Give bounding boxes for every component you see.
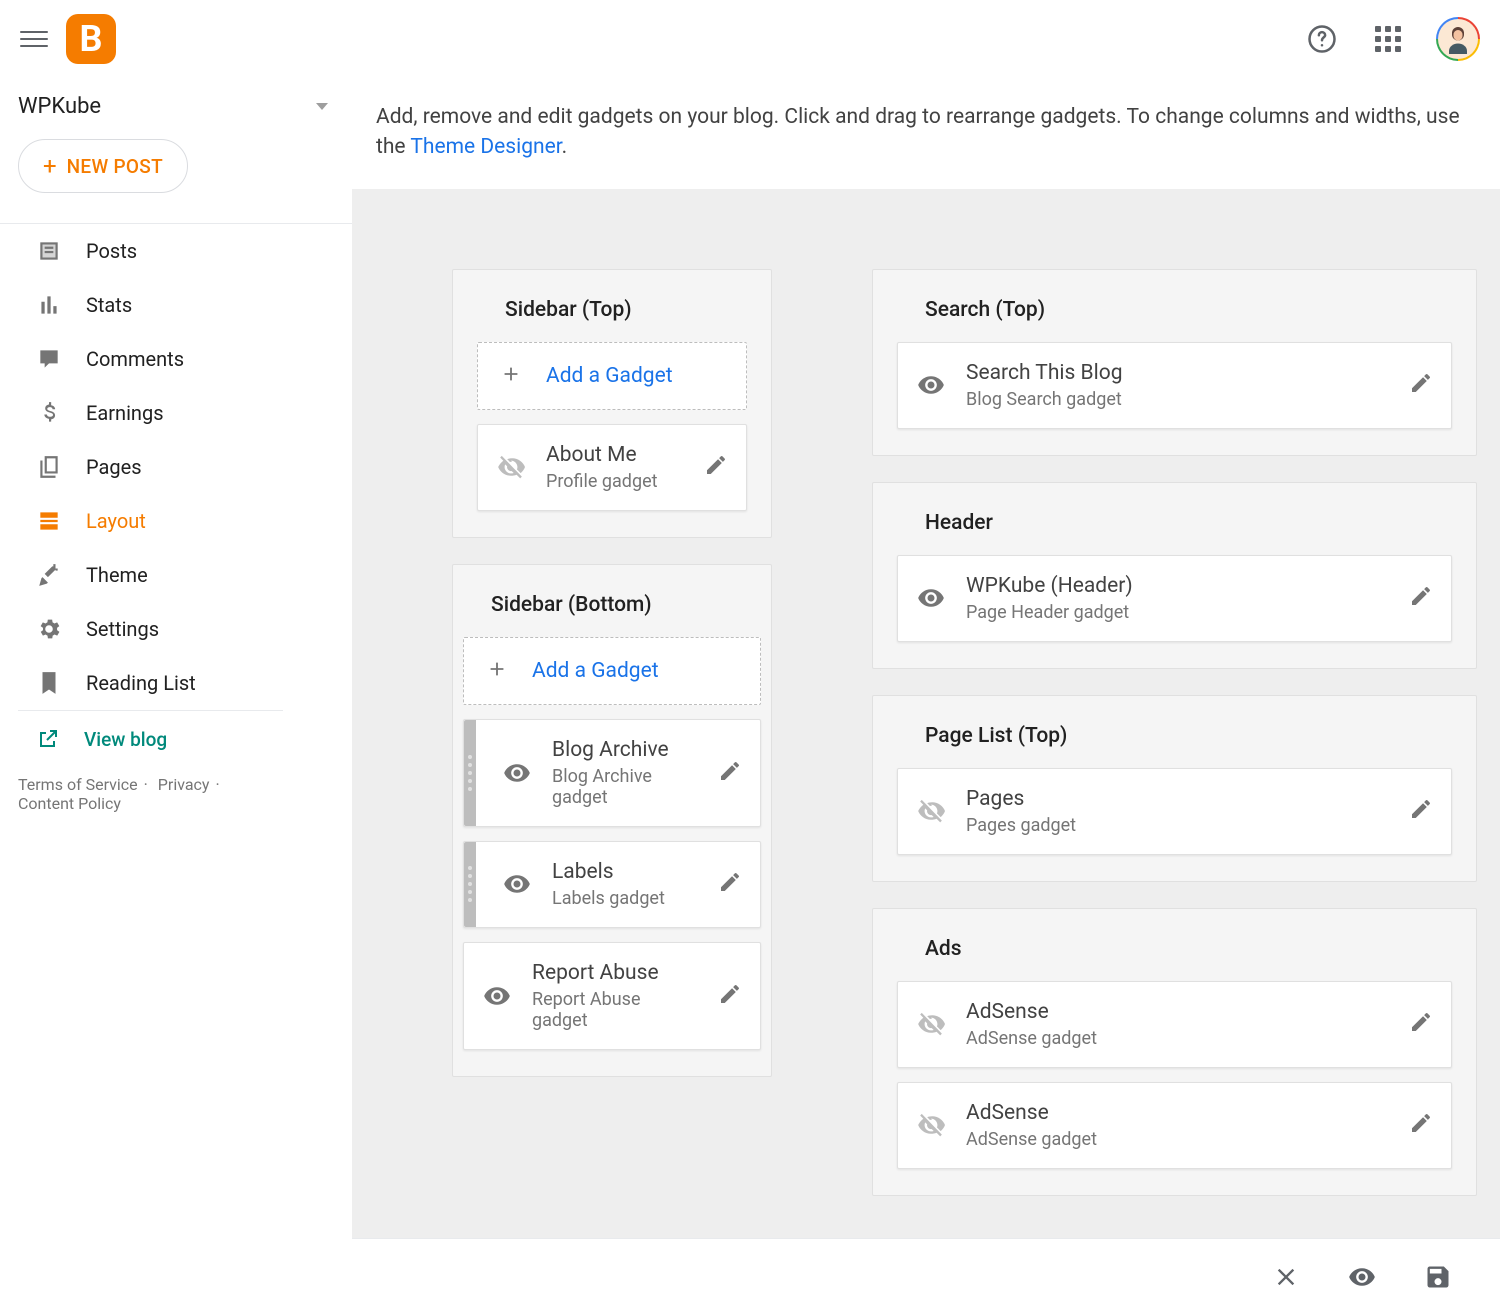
help-icon[interactable] — [1304, 21, 1340, 57]
gadget-card[interactable]: WPKube (Header) Page Header gadget — [897, 555, 1452, 642]
discard-button[interactable] — [1272, 1263, 1300, 1291]
content-policy-link[interactable]: Content Policy — [18, 794, 121, 813]
section-page-list: Page List (Top) Pages Pages gadget — [872, 695, 1477, 882]
edit-gadget-button[interactable] — [1409, 797, 1433, 825]
gadget-title: About Me — [546, 443, 684, 467]
gadget-subtitle: Blog Archive gadget — [552, 766, 698, 808]
gadget-subtitle: Profile gadget — [546, 471, 684, 492]
gadget-subtitle: AdSense gadget — [966, 1028, 1389, 1049]
section-title: Sidebar (Bottom) — [491, 593, 761, 617]
visibility-on-icon — [916, 584, 946, 612]
section-sidebar-bottom: Sidebar (Bottom) Add a Gadget Blog Archive… — [452, 564, 772, 1077]
chevron-down-icon — [316, 103, 328, 110]
top-bar: B — [0, 0, 1500, 78]
privacy-link[interactable]: Privacy — [158, 775, 210, 794]
plus-icon — [486, 658, 508, 684]
visibility-off-icon — [916, 1010, 946, 1038]
section-sidebar-top: Sidebar (Top) Add a Gadget About Me Profile… — [452, 269, 772, 538]
add-gadget-button[interactable]: Add a Gadget — [477, 342, 747, 410]
edit-gadget-button[interactable] — [704, 453, 728, 481]
nav-comments[interactable]: Comments — [0, 332, 352, 386]
nav-theme[interactable]: Theme — [0, 548, 352, 602]
nav-reading-list[interactable]: Reading List — [0, 656, 352, 710]
plus-icon: + — [43, 154, 57, 178]
gadget-card[interactable]: Pages Pages gadget — [897, 768, 1452, 855]
gadget-card[interactable]: AdSense AdSense gadget — [897, 981, 1452, 1068]
gadget-title: WPKube (Header) — [966, 574, 1389, 598]
edit-gadget-button[interactable] — [718, 982, 742, 1010]
gadget-title: Report Abuse — [532, 961, 698, 985]
visibility-on-icon — [502, 870, 532, 898]
gadget-subtitle: Blog Search gadget — [966, 389, 1389, 410]
bottom-action-bar — [352, 1238, 1500, 1314]
edit-gadget-button[interactable] — [1409, 1111, 1433, 1139]
info-bar: Add, remove and edit gadgets on your blo… — [352, 78, 1500, 189]
section-header: Header WPKube (Header) Page Header gadget — [872, 482, 1477, 669]
blogger-logo[interactable]: B — [66, 14, 116, 64]
view-blog-link[interactable]: View blog — [0, 711, 352, 767]
section-title: Ads — [925, 937, 1452, 961]
gadget-card[interactable]: Blog Archive Blog Archive gadget — [463, 719, 761, 827]
nav-settings[interactable]: Settings — [0, 602, 352, 656]
theme-designer-link[interactable]: Theme Designer — [410, 135, 561, 159]
gadget-title: Search This Blog — [966, 361, 1389, 385]
gadget-subtitle: Pages gadget — [966, 815, 1389, 836]
section-title: Page List (Top) — [925, 724, 1452, 748]
section-title: Sidebar (Top) — [505, 298, 747, 322]
add-gadget-button[interactable]: Add a Gadget — [463, 637, 761, 705]
gadget-title: AdSense — [966, 1101, 1389, 1125]
blog-selector[interactable]: WPKube — [0, 78, 352, 139]
edit-gadget-button[interactable] — [718, 870, 742, 898]
drag-handle[interactable] — [464, 720, 476, 826]
drag-handle[interactable] — [464, 842, 476, 927]
section-title: Search (Top) — [925, 298, 1452, 322]
gadget-card[interactable]: Search This Blog Blog Search gadget — [897, 342, 1452, 429]
blog-name: WPKube — [18, 94, 101, 119]
visibility-on-icon — [502, 759, 532, 787]
menu-icon[interactable] — [20, 25, 48, 53]
gadget-subtitle: Labels gadget — [552, 888, 698, 909]
edit-gadget-button[interactable] — [1409, 371, 1433, 399]
section-search-top: Search (Top) Search This Blog Blog Search … — [872, 269, 1477, 456]
new-post-button[interactable]: + NEW POST — [18, 139, 188, 193]
visibility-off-icon — [916, 797, 946, 825]
gadget-card[interactable]: About Me Profile gadget — [477, 424, 747, 511]
gadget-card[interactable]: Report Abuse Report Abuse gadget — [463, 942, 761, 1050]
account-avatar[interactable] — [1436, 17, 1480, 61]
gadget-title: AdSense — [966, 1000, 1389, 1024]
edit-gadget-button[interactable] — [1409, 584, 1433, 612]
gadget-title: Blog Archive — [552, 738, 698, 762]
visibility-off-icon — [496, 453, 526, 481]
preview-button[interactable] — [1348, 1263, 1376, 1291]
gadget-card[interactable]: AdSense AdSense gadget — [897, 1082, 1452, 1169]
main-content: Add, remove and edit gadgets on your blo… — [352, 78, 1500, 1314]
visibility-off-icon — [916, 1111, 946, 1139]
apps-icon[interactable] — [1370, 21, 1406, 57]
gadget-subtitle: Report Abuse gadget — [532, 989, 698, 1031]
nav-earnings[interactable]: Earnings — [0, 386, 352, 440]
edit-gadget-button[interactable] — [718, 759, 742, 787]
section-title: Header — [925, 511, 1452, 535]
nav-posts[interactable]: Posts — [0, 224, 352, 278]
gadget-subtitle: AdSense gadget — [966, 1129, 1389, 1150]
gadget-card[interactable]: Labels Labels gadget — [463, 841, 761, 928]
gadget-title: Labels — [552, 860, 698, 884]
layout-canvas: Sidebar (Top) Add a Gadget About Me Profile… — [352, 189, 1500, 1314]
nav-stats[interactable]: Stats — [0, 278, 352, 332]
footer-links: Terms of Service· Privacy· Content Polic… — [0, 767, 352, 821]
edit-gadget-button[interactable] — [1409, 1010, 1433, 1038]
visibility-on-icon — [916, 371, 946, 399]
plus-icon — [500, 363, 522, 389]
section-ads: Ads AdSense AdSense gadget AdSense AdSense g… — [872, 908, 1477, 1196]
sidebar: WPKube + NEW POST Posts Stats Comments E… — [0, 78, 352, 1314]
gadget-title: Pages — [966, 787, 1389, 811]
nav-pages[interactable]: Pages — [0, 440, 352, 494]
nav-layout[interactable]: Layout — [0, 494, 352, 548]
save-button[interactable] — [1424, 1263, 1452, 1291]
visibility-on-icon — [482, 982, 512, 1010]
gadget-subtitle: Page Header gadget — [966, 602, 1389, 623]
terms-link[interactable]: Terms of Service — [18, 775, 138, 794]
